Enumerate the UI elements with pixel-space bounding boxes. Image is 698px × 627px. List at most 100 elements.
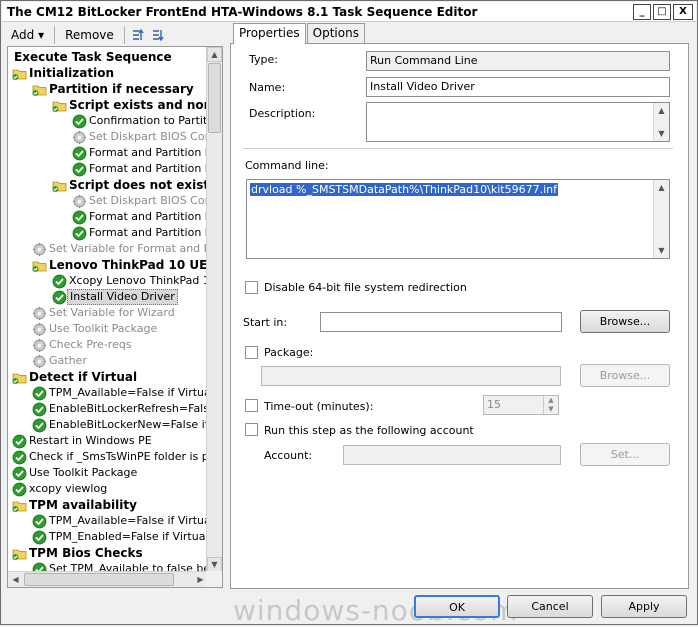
- tree-step[interactable]: Use Toolkit Package: [12, 465, 137, 481]
- toolbar-separator: [123, 26, 125, 44]
- tree-step[interactable]: TPM_Enabled=False if Virtual: [32, 529, 208, 545]
- scroll-down-icon[interactable]: ▼: [654, 126, 669, 141]
- ok-button[interactable]: OK: [414, 595, 500, 618]
- package-label: Package:: [264, 346, 314, 359]
- tree-step[interactable]: Gather: [32, 353, 87, 369]
- maximize-button[interactable]: □: [653, 4, 671, 20]
- minimize-button[interactable]: _: [633, 4, 651, 20]
- tree-step[interactable]: Restart in Windows PE: [12, 433, 152, 449]
- cancel-button[interactable]: Cancel: [507, 595, 593, 618]
- scroll-thumb[interactable]: [24, 573, 174, 586]
- tree-step[interactable]: Use Toolkit Package: [32, 321, 157, 337]
- disabled-step-icon: [33, 338, 46, 352]
- tree-step[interactable]: Set Diskpart BIOS Compa: [72, 129, 208, 145]
- tree-group[interactable]: Script exists and non-NT: [52, 97, 208, 113]
- name-field[interactable]: Install Video Driver: [366, 77, 670, 97]
- disabled-step-icon: [33, 242, 46, 256]
- tree-item-label: Format and Partition Disk: [89, 226, 208, 239]
- description-scrollbar[interactable]: ▲ ▼: [653, 103, 669, 141]
- window-title: The CM12 BitLocker FrontEnd HTA-Windows …: [7, 5, 478, 19]
- timeout-checkbox[interactable]: [245, 399, 258, 412]
- checkmark-icon: [72, 146, 87, 160]
- move-up-icon[interactable]: [129, 27, 145, 43]
- move-down-icon[interactable]: [149, 27, 165, 43]
- tree-step[interactable]: Set Variable for Format and Partit: [32, 241, 208, 257]
- checkmark-icon: [32, 514, 47, 528]
- tree-root[interactable]: Execute Task Sequence: [12, 49, 172, 65]
- tree-step[interactable]: Install Video Driver: [52, 289, 178, 305]
- toolbar: Add ▾ Remove: [5, 24, 227, 46]
- disabled-step-icon: [73, 194, 86, 208]
- tree-step[interactable]: Check Pre-reqs: [32, 337, 132, 353]
- tree-step[interactable]: Format and Partition Disk: [72, 145, 208, 161]
- tree-step[interactable]: Confirmation to Partition D: [72, 113, 208, 129]
- tree-group[interactable]: Detect if Virtual: [12, 369, 137, 385]
- type-label: Type:: [249, 53, 278, 66]
- tree-step[interactable]: TPM_Available=False if Virtual: [32, 385, 208, 401]
- tree-item-label: Set Variable for Format and Partit: [49, 242, 208, 255]
- tree-item-label: xcopy viewlog: [29, 482, 108, 495]
- close-button[interactable]: X: [673, 4, 693, 20]
- account-field: [343, 445, 561, 465]
- tree-group[interactable]: Initialization: [12, 65, 114, 81]
- tree-item-label: TPM Bios Checks: [29, 546, 143, 560]
- disabled-step-icon: [73, 130, 86, 144]
- checkmark-icon: [52, 290, 67, 304]
- scroll-thumb[interactable]: [208, 63, 221, 133]
- command-line-scrollbar[interactable]: ▲ ▼: [653, 180, 669, 258]
- tree-step[interactable]: Format and Partition Disk: [72, 161, 208, 177]
- tree-group[interactable]: Script does not exist or n: [52, 177, 208, 193]
- checkmark-icon: [72, 226, 87, 240]
- tree-vertical-scrollbar[interactable]: ▲ ▼: [206, 47, 222, 572]
- tree-item-label: Format and Partition Disk: [89, 146, 208, 159]
- tree-item-label: Format and Partition Disk: [89, 210, 208, 223]
- chevron-down-icon: ▾: [38, 28, 45, 42]
- tree-step[interactable]: Xcopy Lenovo ThinkPad 10: [52, 273, 208, 289]
- checkmark-icon: [72, 162, 87, 176]
- tree-step[interactable]: Set Diskpart BIOS Compa: [72, 193, 208, 209]
- disable64-checkbox[interactable]: [245, 281, 258, 294]
- tree-horizontal-scrollbar[interactable]: ◀ ▶: [8, 571, 208, 587]
- tree-step[interactable]: Set Variable for Wizard: [32, 305, 175, 321]
- run-as-checkbox[interactable]: [245, 423, 258, 436]
- remove-button[interactable]: Remove: [59, 25, 120, 45]
- apply-button[interactable]: Apply: [601, 595, 687, 618]
- tree-group[interactable]: TPM availability: [12, 497, 137, 513]
- tree-item-label: Use Toolkit Package: [29, 466, 138, 479]
- tree-item-label: Use Toolkit Package: [49, 322, 158, 335]
- description-field[interactable]: ▲ ▼: [366, 102, 670, 142]
- tree-item-label: Lenovo ThinkPad 10 UEFI: [49, 258, 208, 272]
- task-sequence-tree[interactable]: Execute Task Sequence Initialization Parti…: [7, 46, 223, 588]
- tree-group[interactable]: Partition if necessary: [32, 81, 194, 97]
- tree-item-label: Script does not exist or n: [69, 178, 208, 192]
- tree-item-label: Set Diskpart BIOS Compa: [89, 194, 208, 207]
- tab-properties[interactable]: Properties: [233, 23, 306, 44]
- scroll-up-icon[interactable]: ▲: [654, 180, 669, 195]
- tree-item-label: Initialization: [29, 66, 115, 80]
- scroll-up-icon[interactable]: ▲: [654, 103, 669, 118]
- tree-item-label: TPM_Available=False if Virtual: [49, 514, 208, 527]
- tree-step[interactable]: Format and Partition Disk: [72, 225, 208, 241]
- tree-step[interactable]: EnableBitLockerRefresh=False if: [32, 401, 208, 417]
- tree-step[interactable]: xcopy viewlog: [12, 481, 107, 497]
- scroll-left-icon[interactable]: ◀: [8, 572, 23, 587]
- start-in-browse-button[interactable]: Browse...: [580, 310, 670, 333]
- scroll-down-icon[interactable]: ▼: [207, 557, 222, 572]
- command-line-field[interactable]: drvload %_SMSTSMDataPath%\ThinkPad10\kit…: [246, 179, 670, 259]
- add-button[interactable]: Add ▾: [5, 25, 50, 45]
- tree-step[interactable]: Check if _SmsTsWinPE folder is pres: [12, 449, 208, 465]
- properties-panel: Type: Run Command Line Name: Install Vid…: [230, 43, 689, 589]
- start-in-field[interactable]: [320, 312, 562, 332]
- tree-item-label: TPM_Available=False if Virtual: [49, 386, 208, 399]
- scroll-up-icon[interactable]: ▲: [207, 47, 222, 62]
- tree-step[interactable]: EnableBitLockerNew=False if Virt: [32, 417, 208, 433]
- tree-step[interactable]: TPM_Available=False if Virtual: [32, 513, 208, 529]
- package-checkbox[interactable]: [245, 346, 258, 359]
- tree-step[interactable]: Format and Partition Disk: [72, 209, 208, 225]
- checkmark-icon: [72, 114, 87, 128]
- tree-group[interactable]: Lenovo ThinkPad 10 UEFI: [32, 257, 208, 273]
- checkmark-icon: [32, 402, 47, 416]
- scroll-down-icon[interactable]: ▼: [654, 243, 669, 258]
- tab-options[interactable]: Options: [306, 23, 365, 43]
- tree-group[interactable]: TPM Bios Checks: [12, 545, 143, 561]
